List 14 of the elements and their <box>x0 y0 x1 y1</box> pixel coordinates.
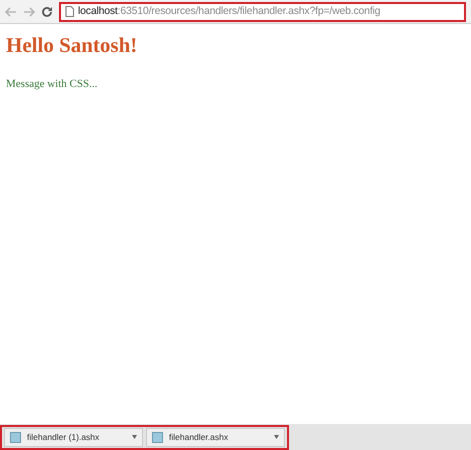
file-name: filehandler (1).ashx <box>27 430 100 444</box>
download-item[interactable]: filehandler (1).ashx <box>4 428 143 446</box>
page-icon <box>65 6 74 17</box>
url-text: localhost:63510/resources/handlers/filehandler.ashx?fp=/web.config <box>78 4 380 19</box>
reload-icon[interactable] <box>41 6 53 18</box>
address-bar[interactable]: localhost:63510/resources/handlers/filehandler.ashx?fp=/web.config <box>59 2 466 22</box>
message-text: Message with CSS... <box>6 77 98 92</box>
download-item[interactable]: filehandler.ashx <box>146 428 285 446</box>
dropdown-icon[interactable] <box>132 435 137 439</box>
dropdown-icon[interactable] <box>274 435 279 439</box>
file-icon <box>152 432 163 442</box>
file-name: filehandler.ashx <box>169 430 230 444</box>
page-heading: Hello Santosh! <box>6 32 138 58</box>
file-icon <box>10 432 21 442</box>
